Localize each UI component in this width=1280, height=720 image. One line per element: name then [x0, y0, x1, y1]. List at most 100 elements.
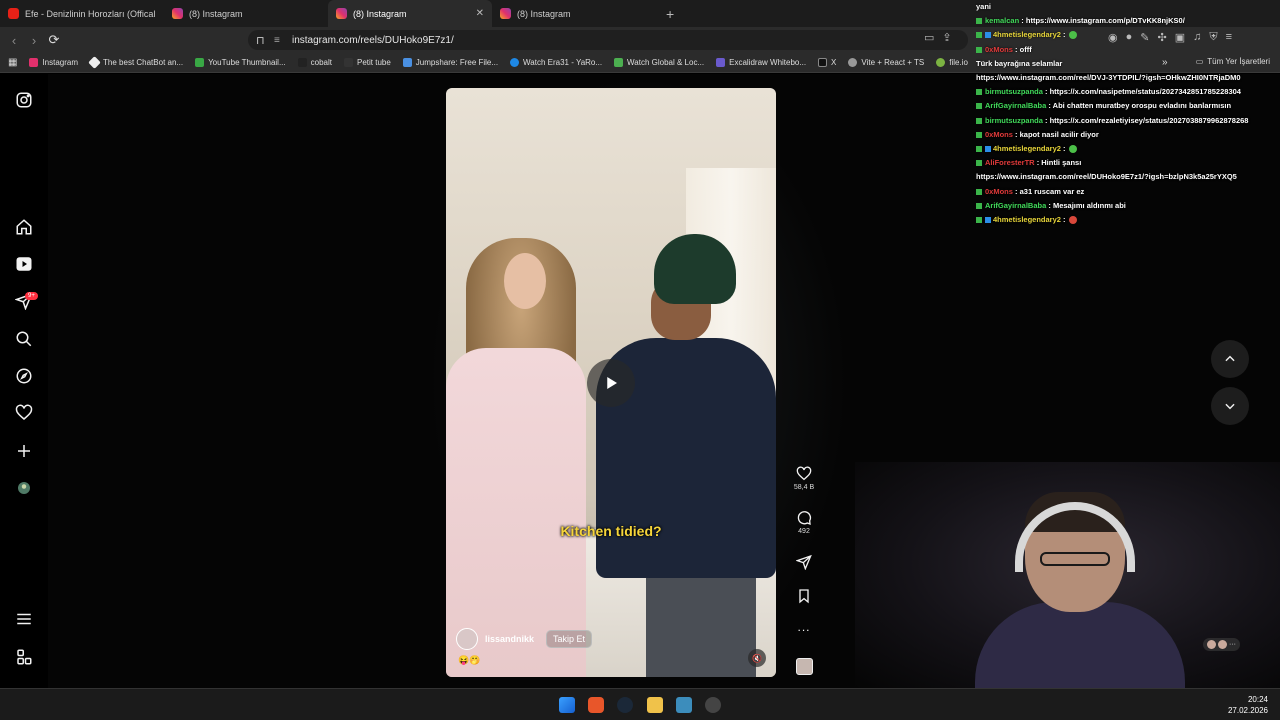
video-person-woman-face [504, 253, 546, 309]
chat-username[interactable]: birmutsuzpanda [985, 116, 1043, 125]
cast-icon[interactable]: ▭ [924, 31, 934, 44]
chevron-up-icon [1225, 355, 1235, 362]
chat-message: ArifGayirnalBaba : Mesajımı aldınmı abi [976, 199, 1276, 213]
chat-username[interactable]: kemalcan [985, 16, 1019, 25]
reel-video[interactable]: Kitchen tidied? lissandnikk Takip Et 😝🤭 … [446, 88, 776, 677]
bookmark-item[interactable]: file.io [936, 58, 968, 67]
chat-message: yani [976, 0, 1276, 14]
heart-icon[interactable] [14, 403, 34, 423]
chat-message: 0xMons : kapot nasil acilir diyor [976, 128, 1276, 142]
chat-badge-icon [985, 146, 991, 153]
steam-icon[interactable] [617, 697, 633, 713]
follow-button[interactable]: Takip Et [546, 630, 593, 648]
chat-message: Türk bayrağına selamlar [976, 57, 1276, 71]
close-icon[interactable]: ✕ [476, 8, 484, 19]
previous-reel-button[interactable] [1211, 340, 1249, 378]
instagram-logo-icon[interactable] [14, 90, 34, 110]
apps-grid-icon[interactable]: ▦ [8, 57, 17, 68]
brave-browser-icon[interactable] [588, 697, 604, 713]
share-button[interactable] [786, 554, 822, 570]
more-menu-icon[interactable] [14, 609, 34, 629]
bookmark-item[interactable]: Watch Era31 - YaRo... [510, 58, 602, 67]
bookmark-item[interactable]: Petit tube [343, 58, 391, 67]
video-caption: Kitchen tidied? [560, 523, 662, 539]
next-reel-button[interactable] [1211, 387, 1249, 425]
reel-description[interactable]: 😝🤭 [458, 655, 480, 666]
chat-badge-icon [976, 188, 982, 195]
home-icon[interactable] [14, 217, 34, 237]
reload-icon[interactable]: ⟳ [44, 32, 64, 48]
send-icon [796, 554, 812, 570]
bookmark-item[interactable]: Vite + React + TS [848, 58, 924, 67]
mute-button[interactable]: 🔇 [748, 649, 766, 667]
video-call-controls[interactable]: ··· [1203, 638, 1240, 651]
comment-count: 492 [798, 528, 810, 535]
browser-tab[interactable]: Efe - Denizlinin Horozları (Offical Vid [0, 0, 164, 27]
profile-avatar[interactable] [14, 478, 34, 498]
bookmark-item[interactable]: Excalidraw Whitebo... [716, 58, 806, 67]
address-bar[interactable]: ⊓ ≡ instagram.com/reels/DUHoko9E7z1/ [248, 30, 968, 50]
browser-tab[interactable]: (8) Instagram [164, 0, 328, 27]
more-icon: ··· [1229, 641, 1236, 648]
bookmark-item[interactable]: Instagram [29, 58, 78, 67]
site-settings-icon[interactable]: ≡ [274, 35, 292, 46]
more-options-button[interactable]: ... [786, 620, 822, 634]
chat-message: 0xMons : offf [976, 43, 1276, 57]
chat-username[interactable]: 4hmetislegendary2 [993, 30, 1061, 39]
also-from-meta-icon[interactable] [14, 647, 34, 667]
app-icon[interactable] [676, 697, 692, 713]
participant-avatar [1218, 640, 1227, 649]
chat-username[interactable]: 0xMons [985, 130, 1013, 139]
author-avatar[interactable] [456, 628, 478, 650]
play-button[interactable] [587, 359, 635, 407]
bookmark-item[interactable]: Watch Global & Loc... [614, 58, 704, 67]
create-icon[interactable] [14, 441, 34, 461]
webcam-overlay: ··· [855, 462, 1280, 692]
browser-tab-active[interactable]: (8) Instagram ✕ [328, 0, 492, 27]
chat-text: : kapot nasil acilir diyor [1015, 129, 1099, 139]
chat-message: ArifGayirnalBaba : Abi chatten muratbey … [976, 99, 1276, 113]
share-icon[interactable]: ⇪ [942, 31, 951, 44]
chat-text: https://www.instagram.com/reel/DUHoko9E7… [976, 172, 1237, 182]
chat-message: https://www.instagram.com/reel/DVJ-3YTDP… [976, 71, 1276, 85]
system-clock[interactable]: 20:24 27.02.2026 [1228, 694, 1268, 716]
url-text[interactable]: instagram.com/reels/DUHoko9E7z1/ [292, 35, 454, 46]
obs-icon[interactable] [705, 697, 721, 713]
chat-username[interactable]: AliForesterTR [985, 158, 1035, 167]
forward-icon[interactable]: › [24, 33, 44, 48]
bookmark-item[interactable]: YouTube Thumbnail... [195, 58, 286, 67]
windows-start-icon[interactable] [559, 697, 575, 713]
back-icon[interactable]: ‹ [4, 33, 24, 48]
chat-message: 4hmetislegendary2 : [976, 142, 1276, 156]
clock-time: 20:24 [1247, 695, 1268, 704]
save-button[interactable] [786, 588, 822, 604]
bookmark-icon[interactable]: ⊓ [256, 34, 274, 47]
chat-message: birmutsuzpanda : https://x.com/rezaletiy… [976, 114, 1276, 128]
like-button[interactable]: 58,4 B [786, 466, 822, 491]
author-username[interactable]: lissandnikk [485, 634, 534, 644]
new-tab-button[interactable]: + [656, 0, 684, 27]
chat-username[interactable]: ArifGayirnalBaba [985, 201, 1046, 210]
bookmark-item[interactable]: The best ChatBot an... [88, 56, 183, 69]
bookmark-item[interactable]: Jumpshare: Free File... [402, 58, 498, 67]
file-explorer-icon[interactable] [647, 697, 663, 713]
explore-icon[interactable] [14, 366, 34, 386]
chat-badge-icon [976, 32, 982, 39]
chat-username[interactable]: ArifGayirnalBaba [985, 101, 1046, 110]
video-person-man-turban [654, 234, 736, 304]
chat-message: AliForesterTR : Hintli şansı [976, 156, 1276, 170]
chat-username[interactable]: 4hmetislegendary2 [993, 215, 1061, 224]
chat-username[interactable]: birmutsuzpanda [985, 87, 1043, 96]
bookmark-item[interactable]: cobalt [297, 58, 332, 67]
chat-badge-icon [976, 18, 982, 25]
comment-button[interactable]: 492 [786, 510, 822, 535]
search-icon[interactable] [14, 329, 34, 349]
chat-badge-icon [985, 32, 991, 39]
browser-tab[interactable]: (8) Instagram [492, 0, 656, 27]
reels-icon[interactable] [14, 254, 34, 274]
chat-username[interactable]: 0xMons [985, 45, 1013, 54]
audio-thumbnail[interactable] [796, 658, 813, 675]
chat-username[interactable]: 4hmetislegendary2 [993, 144, 1061, 153]
chat-username[interactable]: 0xMons [985, 187, 1013, 196]
bookmark-item[interactable]: X [818, 58, 836, 67]
